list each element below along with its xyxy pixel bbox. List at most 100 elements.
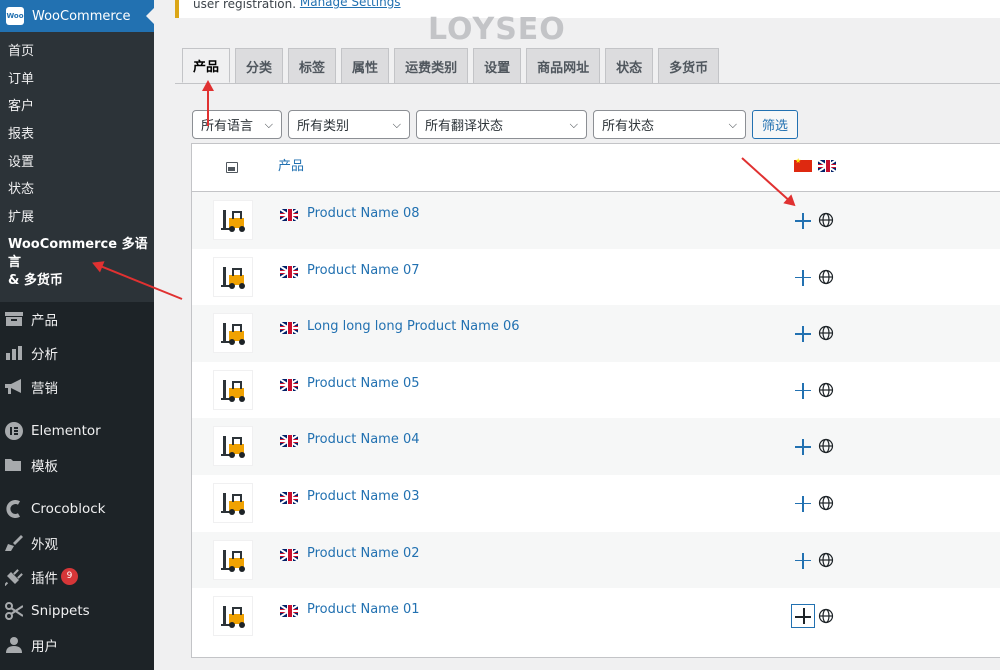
- language-select[interactable]: 所有语言 ⌵: [192, 110, 282, 139]
- status-select[interactable]: 所有状态 ⌵: [593, 110, 746, 139]
- submenu-item-orders[interactable]: 订单: [0, 66, 154, 94]
- product-thumbnail[interactable]: [213, 596, 253, 637]
- column-header-product[interactable]: 产品: [278, 155, 304, 174]
- add-translation-plus-icon[interactable]: [791, 604, 815, 629]
- table-row: Product Name 05: [192, 362, 1000, 419]
- globe-icon[interactable]: [818, 438, 834, 454]
- tab-bar: 产品 分类 标签 属性 运费类别 设置 商品网址 状态 多货币: [182, 48, 724, 83]
- menu-item-crocoblock[interactable]: Crocoblock: [0, 492, 154, 526]
- tab-tags[interactable]: 标签: [288, 48, 337, 83]
- forklift-image: [221, 492, 247, 515]
- sidebar-brand-label: WooCommerce: [32, 8, 131, 24]
- product-thumbnail[interactable]: [213, 539, 253, 580]
- bar-chart-icon: [4, 343, 24, 363]
- product-thumbnail[interactable]: [213, 482, 253, 523]
- menu-item-marketing[interactable]: 营销: [0, 370, 154, 404]
- filter-button[interactable]: 筛选: [752, 110, 799, 139]
- product-name-link[interactable]: Product Name 02: [307, 546, 420, 561]
- menu-item-snippets[interactable]: Snippets: [0, 594, 154, 628]
- category-select-value: 所有类别: [297, 119, 350, 134]
- translation-status-select[interactable]: 所有翻译状态 ⌵: [416, 110, 587, 139]
- globe-icon[interactable]: [818, 325, 834, 341]
- table-header: 产品: [192, 144, 1000, 192]
- submenu-item-multilingual[interactable]: WooCommerce 多语言 & 多货币: [0, 232, 154, 294]
- product-name-link[interactable]: Product Name 03: [307, 489, 420, 504]
- plugin-icon: [4, 567, 24, 587]
- image-icon: [226, 162, 238, 173]
- table-row: Product Name 07: [192, 249, 1000, 306]
- menu-item-users[interactable]: 用户: [0, 628, 154, 662]
- manage-settings-link[interactable]: Manage Settings: [300, 0, 401, 9]
- uk-flag-icon: [280, 378, 298, 391]
- globe-icon[interactable]: [818, 212, 834, 228]
- table-row: Product Name 04: [192, 418, 1000, 475]
- submenu-item-status[interactable]: 状态: [0, 176, 154, 204]
- submenu-item-extensions[interactable]: 扩展: [0, 204, 154, 232]
- uk-flag-icon: [818, 160, 836, 172]
- table-body: Product Name 08 Product Name 07 Long long …: [192, 192, 1000, 645]
- chevron-down-icon: ⌵: [569, 117, 578, 131]
- product-name-link[interactable]: Product Name 01: [307, 602, 420, 617]
- megaphone-icon: [4, 377, 24, 397]
- menu-item-templates[interactable]: 模板: [0, 448, 154, 482]
- user-icon: [4, 635, 24, 655]
- menu-item-tools[interactable]: 工具: [0, 662, 154, 670]
- elementor-icon: [4, 421, 24, 441]
- settings-notice: user registration. Manage Settings: [175, 0, 1000, 18]
- folder-icon: [4, 455, 24, 475]
- sidebar-brand[interactable]: Woo WooCommerce: [0, 0, 154, 32]
- globe-icon[interactable]: [818, 382, 834, 398]
- product-thumbnail[interactable]: [213, 369, 253, 410]
- menu-item-label: 插件: [31, 570, 58, 587]
- add-translation-plus-icon[interactable]: [793, 437, 813, 457]
- forklift-image: [221, 436, 247, 459]
- globe-icon[interactable]: [818, 269, 834, 285]
- menu-item-label: 营销: [31, 380, 58, 397]
- notice-text: user registration. Manage Settings: [193, 0, 401, 10]
- tab-product-urls[interactable]: 商品网址: [526, 48, 601, 83]
- add-translation-plus-icon[interactable]: [793, 324, 813, 344]
- add-translation-plus-icon[interactable]: [793, 211, 813, 231]
- menu-item-appearance[interactable]: 外观: [0, 526, 154, 560]
- products-table: 产品 Product Name 08 Product Name 07 Long lo…: [191, 143, 1000, 658]
- menu-item-analytics[interactable]: 分析: [0, 336, 154, 370]
- tab-attributes[interactable]: 属性: [341, 48, 390, 83]
- globe-icon[interactable]: [818, 608, 834, 624]
- add-translation-plus-icon[interactable]: [793, 494, 813, 514]
- add-translation-plus-icon[interactable]: [793, 381, 813, 401]
- product-name-link[interactable]: Product Name 05: [307, 376, 420, 391]
- tab-categories[interactable]: 分类: [235, 48, 284, 83]
- add-translation-plus-icon[interactable]: [793, 268, 813, 288]
- uk-flag-icon: [280, 605, 298, 618]
- product-thumbnail[interactable]: [213, 256, 253, 297]
- product-name-link[interactable]: Product Name 04: [307, 432, 420, 447]
- submenu-item-settings[interactable]: 设置: [0, 149, 154, 177]
- menu-item-elementor[interactable]: Elementor: [0, 414, 154, 448]
- tab-multi-currency[interactable]: 多货币: [658, 48, 720, 83]
- category-select[interactable]: 所有类别 ⌵: [288, 110, 410, 139]
- submenu-item-reports[interactable]: 报表: [0, 121, 154, 149]
- admin-sidebar: Woo WooCommerce 首页 订单 客户 报表 设置 状态 扩展 Woo…: [0, 0, 154, 670]
- product-thumbnail[interactable]: [213, 200, 253, 240]
- tab-settings[interactable]: 设置: [473, 48, 522, 83]
- globe-icon[interactable]: [818, 552, 834, 568]
- product-name-link[interactable]: Long long long Product Name 06: [307, 319, 520, 334]
- menu-item-products[interactable]: 产品: [0, 302, 154, 336]
- tab-status[interactable]: 状态: [605, 48, 654, 83]
- submenu-item-customers[interactable]: 客户: [0, 93, 154, 121]
- product-thumbnail[interactable]: [213, 313, 253, 354]
- tab-products[interactable]: 产品: [182, 48, 231, 83]
- archive-icon: [4, 309, 24, 329]
- submenu-item-home[interactable]: 首页: [0, 38, 154, 66]
- plugins-update-badge: 9: [61, 568, 78, 586]
- product-name-link[interactable]: Product Name 08: [307, 206, 420, 221]
- menu-item-plugins[interactable]: 插件 9: [0, 560, 154, 594]
- product-thumbnail[interactable]: [213, 426, 253, 467]
- table-row: Product Name 02: [192, 531, 1000, 589]
- brush-icon: [4, 533, 24, 553]
- product-name-link[interactable]: Product Name 07: [307, 263, 420, 278]
- globe-icon[interactable]: [818, 495, 834, 511]
- menu-item-label: Snippets: [31, 602, 90, 619]
- tab-shipping-classes[interactable]: 运费类别: [394, 48, 469, 83]
- add-translation-plus-icon[interactable]: [793, 551, 813, 571]
